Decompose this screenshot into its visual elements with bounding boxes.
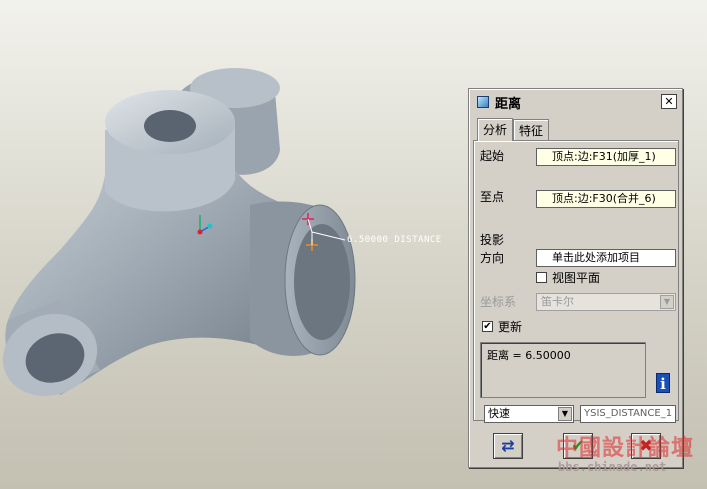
ok-button[interactable]: ✔ [563, 433, 593, 459]
distance-annotation: 6.50000 DISTANCE [347, 235, 442, 245]
from-reference-field[interactable]: 顶点:边:F31(加厚_1) [536, 148, 676, 166]
dialog-titlebar[interactable]: 距离 ✕ [471, 91, 680, 113]
distance-dialog: 距离 ✕ 分析 特征 起始 顶点:边:F31(加厚_1) 至点 顶点:边:F30… [468, 88, 683, 468]
analysis-panel: 起始 顶点:边:F31(加厚_1) 至点 顶点:边:F30(合并_6) 投影 方… [473, 140, 679, 423]
coordinate-system-value: 笛卡尔 [541, 295, 574, 308]
projection-direction-field[interactable]: 单击此处添加项目 [536, 249, 676, 267]
result-display: 距离 = 6.50000 [480, 342, 646, 398]
view-plane-checkbox[interactable] [536, 272, 547, 283]
mode-select[interactable]: 快速 ▼ [484, 405, 574, 423]
update-label: 更新 [498, 320, 523, 334]
mode-value: 快速 [488, 407, 510, 420]
dialog-buttons: ⇄ ✔ ✖ [473, 429, 679, 465]
distance-result: 距离 = 6.50000 [487, 349, 571, 362]
cancel-button[interactable]: ✖ [631, 433, 661, 459]
to-label: 至点 [480, 190, 505, 204]
direction-label: 方向 [480, 251, 505, 265]
distance-icon [477, 96, 489, 108]
chevron-down-icon: ▼ [660, 295, 674, 309]
coordinate-system-select: 笛卡尔 ▼ [536, 293, 676, 311]
dialog-title: 距离 [495, 96, 522, 112]
from-label: 起始 [480, 149, 505, 163]
projection-label: 投影 [480, 233, 505, 247]
to-reference-field[interactable]: 顶点:边:F30(合并_6) [536, 190, 676, 208]
dialog-tabs: 分析 特征 [477, 118, 550, 141]
view-plane-label: 视图平面 [552, 271, 601, 285]
info-icon[interactable]: i [656, 373, 670, 393]
repeat-button[interactable]: ⇄ [493, 433, 523, 459]
close-icon[interactable]: ✕ [661, 94, 677, 109]
analysis-name-field[interactable]: YSIS_DISTANCE_1 [580, 405, 676, 423]
chevron-down-icon: ▼ [558, 407, 572, 421]
coordinate-system-label: 坐标系 [480, 295, 517, 309]
tab-feature[interactable]: 特征 [513, 119, 550, 140]
tab-analysis[interactable]: 分析 [477, 118, 514, 141]
update-checkbox[interactable]: ✔ [482, 321, 493, 332]
